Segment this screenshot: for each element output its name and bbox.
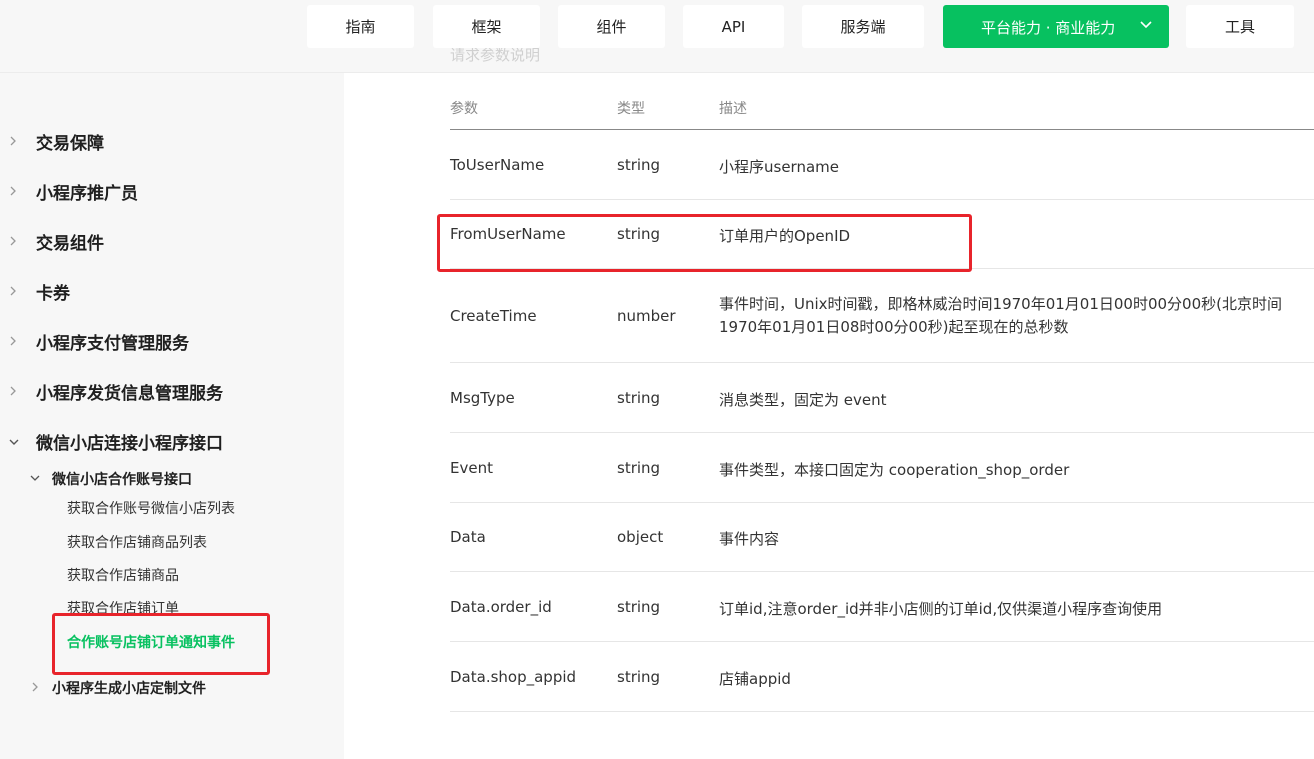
sidebar-item-promoter[interactable]: 小程序推广员 [0,176,344,206]
sidebar-item-payment-management[interactable]: 小程序支付管理服务 [0,326,344,356]
sidebar-item-coupons[interactable]: 卡券 [0,276,344,306]
table-header-divider [450,129,1314,130]
chevron-right-icon [10,186,16,196]
table-cell-desc: 事件内容 [719,530,780,548]
chevron-right-icon [10,336,16,346]
table-cell-desc: 消息类型，固定为 event [719,391,887,409]
sidebar-leaf-product-list[interactable]: 获取合作店铺商品列表 [67,532,207,552]
table-cell-type: object [617,528,664,546]
nav-guide[interactable]: 指南 [307,5,414,48]
table-cell-desc: 事件类型，本接口固定为 cooperation_shop_order [719,461,1070,479]
table-row-divider [450,432,1314,433]
nav-server[interactable]: 服务端 [802,5,924,48]
chevron-right-icon [32,682,38,692]
chevron-right-icon [10,136,16,146]
table-cell-type: string [617,598,661,616]
table-cell-param: ToUserName [450,156,545,174]
sidebar-subitem-label: 微信小店合作账号接口 [52,472,192,488]
nav-platform-label: 平台能力 · 商业能力 [981,19,1116,37]
sidebar-item-transaction-component[interactable]: 交易组件 [0,226,344,256]
sidebar-item-label: 微信小店连接小程序接口 [36,433,223,454]
sidebar-subitem-cooperation-account[interactable]: 微信小店合作账号接口 [30,467,330,491]
sidebar-item-wechat-shop-api[interactable]: 微信小店连接小程序接口 [0,426,344,456]
table-cell-type: number [617,307,676,325]
nav-platform-capabilities[interactable]: 平台能力 · 商业能力 [943,5,1169,48]
table-cell-desc: 订单id,注意order_id并非小店侧的订单id,仅供渠道小程序查询使用 [719,600,1163,618]
nav-framework[interactable]: 框架 [433,5,540,48]
top-nav-bar: 请求参数说明 指南 框架 组件 API 服务端 平台能力 · 商业能力 工具 [0,0,1314,73]
table-cell-param: MsgType [450,389,515,407]
chevron-down-icon [9,439,19,445]
table-header-desc: 描述 [719,101,747,117]
chevron-down-icon [30,475,40,481]
table-row-divider [450,711,1314,712]
table-row-divider [450,571,1314,572]
table-row-divider [450,502,1314,503]
sidebar-item-label: 卡券 [36,283,70,304]
table-cell-param: CreateTime [450,307,537,325]
table-cell-type: string [617,668,661,686]
chevron-right-icon [10,236,16,246]
table-row-divider [450,641,1314,642]
sidebar-item-label: 小程序支付管理服务 [36,333,189,354]
highlight-box-sidebar [52,613,270,675]
sidebar-item-label: 交易组件 [36,233,104,254]
sidebar-leaf-product[interactable]: 获取合作店铺商品 [67,565,179,585]
table-cell-type: string [617,389,661,407]
table-header-type: 类型 [617,101,645,117]
sidebar-item-label: 小程序发货信息管理服务 [36,383,223,404]
chevron-right-icon [10,286,16,296]
sidebar-item-shipping-management[interactable]: 小程序发货信息管理服务 [0,376,344,406]
sidebar-item-transaction-guarantee[interactable]: 交易保障 [0,126,344,156]
table-cell-type: string [617,459,661,477]
nav-api[interactable]: API [683,5,784,48]
chevron-right-icon [10,386,16,396]
sidebar-item-label: 交易保障 [36,133,104,154]
nav-components[interactable]: 组件 [558,5,665,48]
sidebar-subitem-custom-file[interactable]: 小程序生成小店定制文件 [30,676,330,700]
nav-tools[interactable]: 工具 [1186,5,1294,48]
table-cell-param: Data [450,528,486,546]
table-cell-param: Data.shop_appid [450,668,577,686]
highlight-box-row [437,214,972,272]
table-cell-desc: 店铺appid [719,670,791,688]
table-header-param: 参数 [450,101,478,117]
table-cell-type: string [617,156,661,174]
table-cell-desc: 事件时间，Unix时间戳，即格林威治时间1970年01月01日00时00分00秒… [719,295,1282,336]
table-cell-param: Event [450,459,493,477]
chevron-down-icon [1140,21,1152,29]
sidebar-item-label: 小程序推广员 [36,183,138,204]
table-cell-desc: 小程序username [719,158,839,176]
table-row-divider [450,199,1314,200]
table-cell-param: Data.order_id [450,598,552,616]
table-row-divider [450,362,1314,363]
sidebar-leaf-shop-list[interactable]: 获取合作账号微信小店列表 [67,498,235,518]
sidebar-subitem-label: 小程序生成小店定制文件 [52,681,206,697]
